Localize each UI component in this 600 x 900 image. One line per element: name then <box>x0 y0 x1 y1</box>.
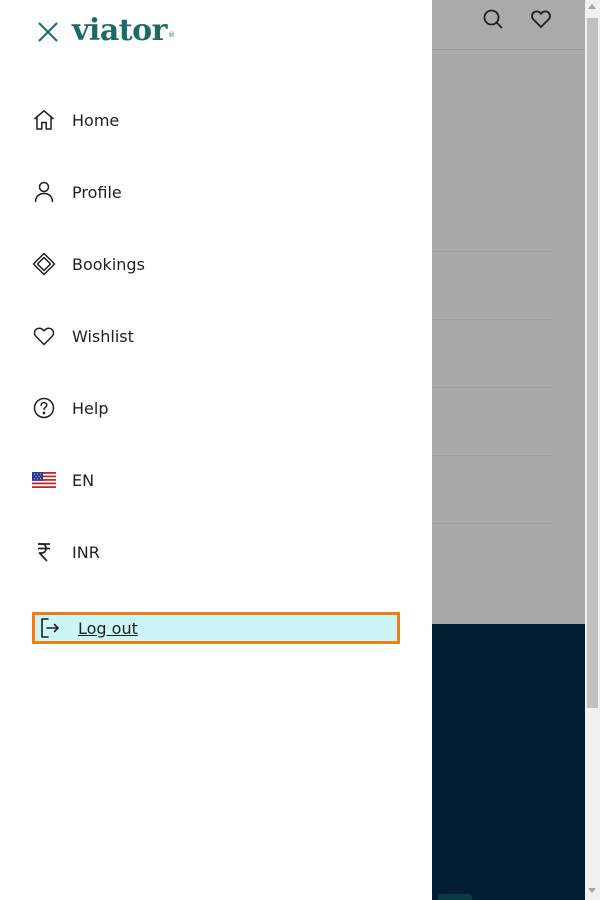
logout-label: Log out <box>78 618 138 638</box>
app-viewport: viator ® Home Profile Bookings Wishlist … <box>0 0 600 900</box>
menu-item-bookings[interactable]: Bookings <box>32 244 400 284</box>
rupee-icon <box>32 540 56 564</box>
person-icon <box>32 180 56 204</box>
menu-item-profile[interactable]: Profile <box>32 172 400 212</box>
menu-item-help[interactable]: Help <box>32 388 400 428</box>
menu-item-home[interactable]: Home <box>32 100 400 140</box>
logo-trademark: ® <box>167 31 175 39</box>
logo-text: viator <box>72 13 167 48</box>
heart-icon <box>32 324 56 348</box>
menu-item-label: Bookings <box>72 254 145 274</box>
menu-item-label: Profile <box>72 182 122 202</box>
close-icon[interactable] <box>36 20 60 44</box>
menu-item-label: Wishlist <box>72 326 134 346</box>
ticket-icon <box>32 252 56 276</box>
navigation-drawer: viator ® Home Profile Bookings Wishlist … <box>0 0 432 900</box>
us-flag-icon <box>32 468 56 492</box>
viator-logo[interactable]: viator ® <box>72 13 175 49</box>
scrollbar-thumb[interactable] <box>587 18 598 708</box>
divider <box>432 387 552 388</box>
menu-item-label: Home <box>72 110 120 130</box>
menu-item-label: Help <box>72 398 109 418</box>
scroll-up-arrow-icon[interactable] <box>588 4 596 9</box>
search-icon[interactable] <box>481 7 505 31</box>
scroll-down-arrow-icon[interactable] <box>588 888 596 893</box>
logout-button[interactable]: Log out <box>32 612 400 644</box>
menu-item-language[interactable]: EN <box>32 460 400 500</box>
footer-chip <box>438 894 472 900</box>
divider <box>432 251 552 252</box>
menu-item-label: EN <box>72 470 95 490</box>
logout-icon <box>38 616 62 640</box>
home-icon <box>32 108 56 132</box>
divider <box>432 523 552 524</box>
menu-item-currency[interactable]: INR <box>32 532 400 572</box>
help-circle-icon <box>32 396 56 420</box>
menu-item-wishlist[interactable]: Wishlist <box>32 316 400 356</box>
heart-icon[interactable] <box>529 7 553 31</box>
divider <box>432 455 552 456</box>
menu-item-label: INR <box>72 542 100 562</box>
divider <box>432 319 552 320</box>
vertical-scrollbar[interactable] <box>585 0 600 900</box>
